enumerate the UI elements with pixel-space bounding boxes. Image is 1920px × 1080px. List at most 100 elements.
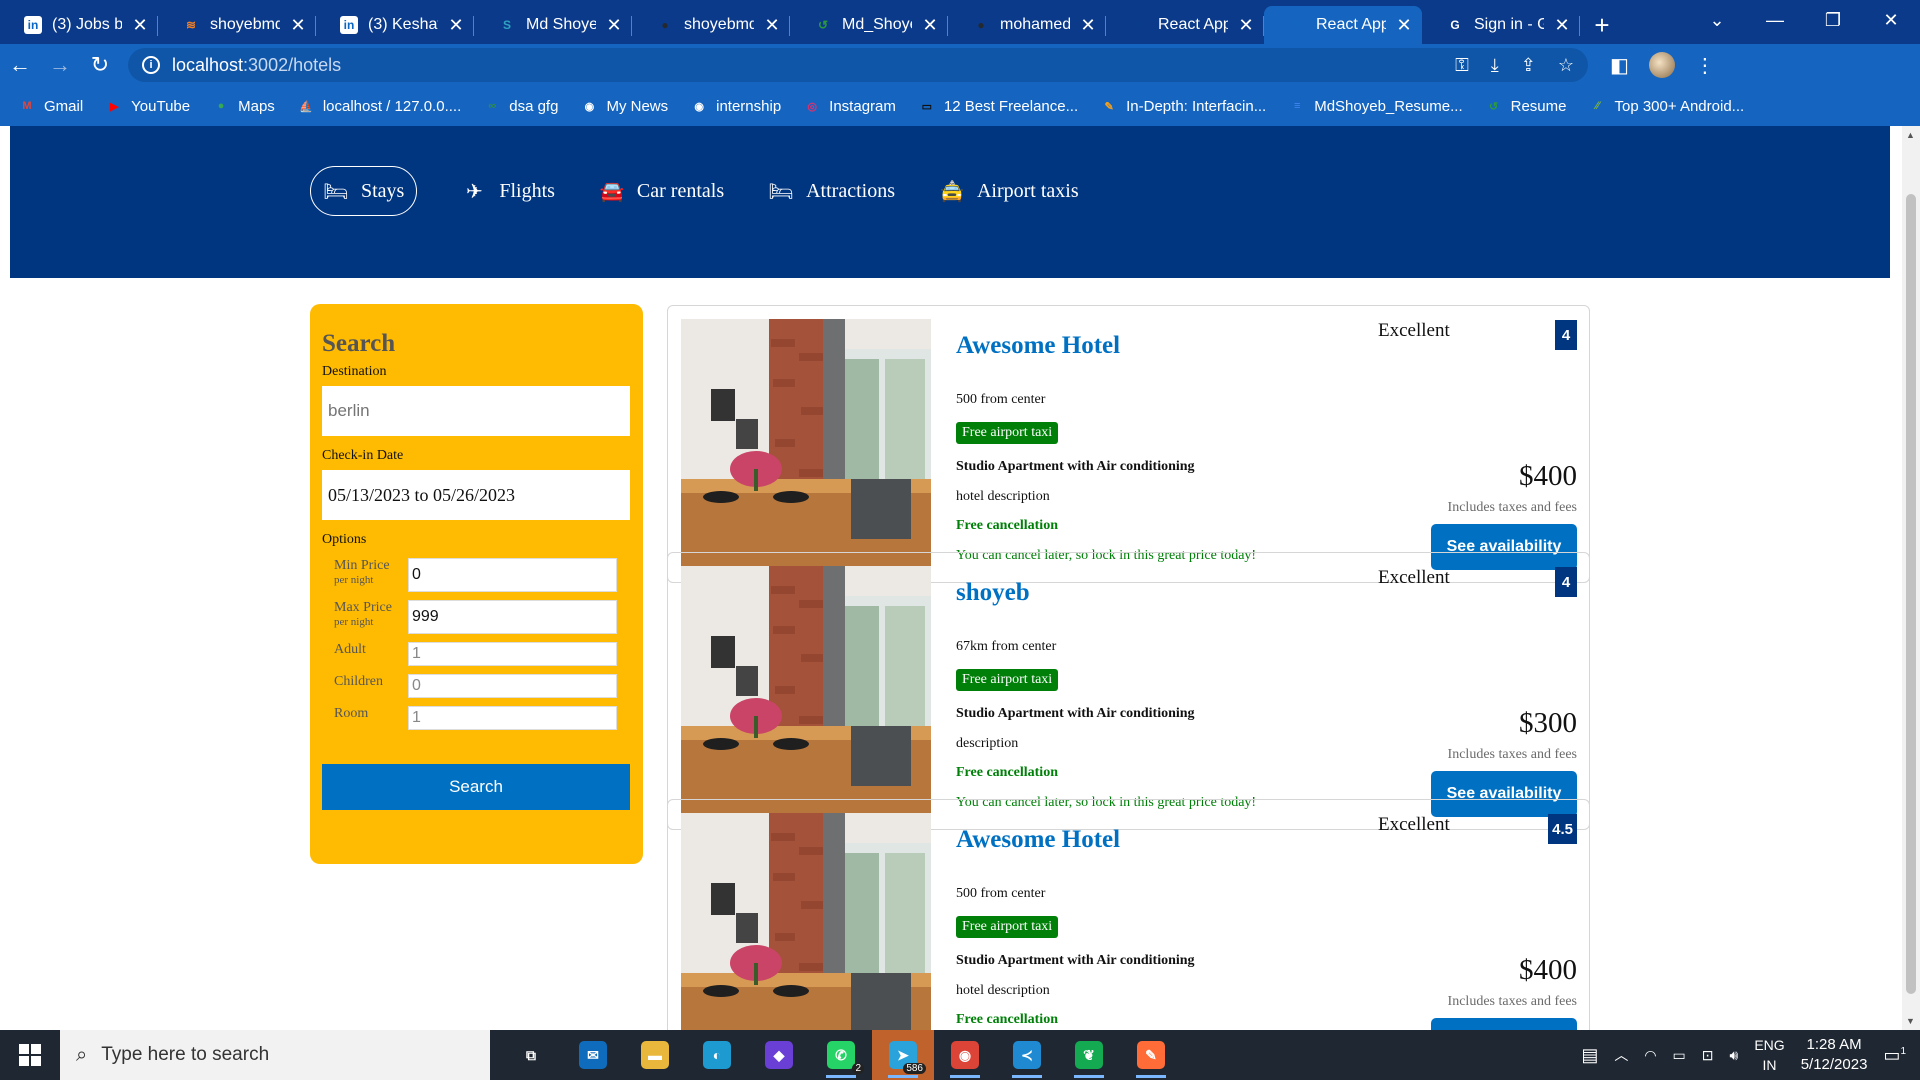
taskbar-app[interactable]: ≺ xyxy=(996,1030,1058,1080)
hotel-image[interactable] xyxy=(681,566,931,816)
option-input-adult[interactable]: 1 xyxy=(408,642,617,666)
tray-chevron-icon[interactable]: ︿ xyxy=(1614,1045,1628,1065)
tab-close-icon[interactable]: ✕ xyxy=(1554,15,1570,36)
search-button[interactable]: Search xyxy=(322,764,630,810)
scroll-up-icon[interactable]: ▲ xyxy=(1906,130,1915,140)
share-icon[interactable]: ⇪ xyxy=(1521,55,1536,76)
browser-tab[interactable]: ● shoyebmd4 ✕ xyxy=(632,6,790,44)
tab-close-icon[interactable]: ✕ xyxy=(1396,15,1412,36)
bookmark-item[interactable]: ⁄⁄ Top 300+ Android... xyxy=(1588,98,1745,115)
taskbar-app[interactable]: ✆ 2 xyxy=(810,1030,872,1080)
nav-item-stays[interactable]: 🛏 Stays xyxy=(310,166,418,216)
url-input[interactable]: i localhost:3002/hotels ⚿ ⤓ ⇪ ☆ xyxy=(128,48,1588,82)
start-button[interactable] xyxy=(0,1030,60,1080)
bookmark-item[interactable]: ● Maps xyxy=(212,98,275,115)
browser-tab[interactable]: S Md Shoyeb ✕ xyxy=(474,6,632,44)
bookmark-item[interactable]: ◎ Instagram xyxy=(803,98,896,115)
bookmark-item[interactable]: ◉ My News xyxy=(580,98,668,115)
tab-title: Md Shoyeb xyxy=(526,16,596,33)
bookmark-icon: ▭ xyxy=(921,100,933,113)
nav-item-car-rentals[interactable]: 🚘 Car rentals xyxy=(599,166,724,216)
scroll-down-icon[interactable]: ▼ xyxy=(1906,1016,1915,1026)
tab-close-icon[interactable]: ✕ xyxy=(448,15,464,36)
language-indicator[interactable]: ENG IN xyxy=(1754,1035,1784,1075)
tab-close-icon[interactable]: ✕ xyxy=(922,15,938,36)
browser-tab[interactable]: ● mohameds ✕ xyxy=(948,6,1106,44)
nav-item-attractions[interactable]: 🛏 Attractions xyxy=(768,166,895,216)
forward-button[interactable]: → xyxy=(40,45,80,85)
taskbar-app[interactable]: ◆ xyxy=(748,1030,810,1080)
clock[interactable]: 1:28 AM 5/12/2023 xyxy=(1801,1035,1868,1075)
bookmark-item[interactable]: ▶ YouTube xyxy=(105,98,190,115)
taskbar-app[interactable]: ▬ xyxy=(624,1030,686,1080)
browser-tab[interactable]: in (3) Keshav C ✕ xyxy=(316,6,474,44)
battery-icon[interactable]: ▭ xyxy=(1673,1047,1686,1064)
tab-close-icon[interactable]: ✕ xyxy=(132,15,148,36)
hotel-image[interactable] xyxy=(681,319,931,569)
taskbar-app[interactable]: ◉ xyxy=(934,1030,996,1080)
tab-close-icon[interactable]: ✕ xyxy=(1238,15,1254,36)
nav-item-airport-taxis[interactable]: 🚖 Airport taxis xyxy=(939,166,1079,216)
browser-tab[interactable]: ⚛ React App ✕ xyxy=(1264,6,1422,44)
hotel-name[interactable]: shoyeb xyxy=(956,579,1030,607)
taskbar-app[interactable]: ✉ xyxy=(562,1030,624,1080)
news-widget-icon[interactable]: ▤ xyxy=(1581,1045,1598,1066)
checkin-date-input[interactable]: 05/13/2023 to 05/26/2023 xyxy=(322,470,630,520)
restore-button[interactable]: ❐ xyxy=(1804,0,1862,40)
browser-tab[interactable]: ↺ Md_Shoyeb ✕ xyxy=(790,6,948,44)
side-panel-icon[interactable]: ◧ xyxy=(1610,53,1629,78)
bookmark-item[interactable]: ⛵ localhost / 127.0.0.... xyxy=(297,98,461,115)
page-scrollbar[interactable]: ▲ ▼ xyxy=(1902,126,1920,1030)
scrollbar-thumb[interactable] xyxy=(1906,194,1916,994)
taskbar-app[interactable]: ⧉ xyxy=(500,1030,562,1080)
taskbar-app[interactable]: ✎ xyxy=(1120,1030,1182,1080)
hotel-name[interactable]: Awesome Hotel xyxy=(956,332,1120,360)
key-icon[interactable]: ⚿ xyxy=(1455,55,1469,76)
tab-close-icon[interactable]: ✕ xyxy=(290,15,306,36)
destination-input[interactable]: berlin xyxy=(322,386,630,436)
browser-tab[interactable]: G Sign in - Go ✕ xyxy=(1422,6,1580,44)
taskbar-search-box[interactable]: ⌕ Type here to search xyxy=(60,1030,490,1080)
bookmark-item[interactable]: ↺ Resume xyxy=(1485,98,1566,115)
tab-close-icon[interactable]: ✕ xyxy=(1080,15,1096,36)
taskbar-app[interactable]: ❦ xyxy=(1058,1030,1120,1080)
reload-button[interactable]: ↻ xyxy=(80,45,120,85)
tab-close-icon[interactable]: ✕ xyxy=(606,15,622,36)
profile-avatar[interactable] xyxy=(1648,52,1675,78)
browser-tab[interactable]: ⚛ React App ✕ xyxy=(1106,6,1264,44)
option-input-min-price[interactable]: 0 xyxy=(408,558,617,592)
bookmark-item[interactable]: ▭ 12 Best Freelance... xyxy=(918,98,1078,115)
bookmark-item[interactable]: ≡ MdShoyeb_Resume... xyxy=(1288,98,1463,115)
back-button[interactable]: ← xyxy=(0,45,40,85)
bookmark-label: Maps xyxy=(238,97,275,115)
notification-icon[interactable]: ▭1 xyxy=(1883,1045,1906,1066)
tab-close-icon[interactable]: ✕ xyxy=(764,15,780,36)
bookmark-item[interactable]: M Gmail xyxy=(18,98,83,115)
option-input-room[interactable]: 1 xyxy=(408,706,617,730)
bookmark-item[interactable]: ◉ internship xyxy=(690,98,781,115)
hotel-image[interactable] xyxy=(681,813,931,1030)
wifi-icon[interactable]: ◠ xyxy=(1644,1047,1656,1064)
taskbar-app[interactable]: ➤ 586 xyxy=(872,1030,934,1080)
browser-tab[interactable]: in (3) Jobs bas ✕ xyxy=(0,6,158,44)
taskbar-app[interactable]: ◐ xyxy=(686,1030,748,1080)
close-window-button[interactable]: ✕ xyxy=(1862,0,1920,40)
hotel-name[interactable]: Awesome Hotel xyxy=(956,826,1120,854)
see-availability-button[interactable]: See availability xyxy=(1431,1018,1577,1030)
volume-icon[interactable]: 🔊︎ xyxy=(1730,1047,1739,1064)
option-input-children[interactable]: 0 xyxy=(408,674,617,698)
meet-icon[interactable]: ⊡ xyxy=(1702,1047,1714,1064)
bookmark-item[interactable]: ✎ In-Depth: Interfacin... xyxy=(1100,98,1267,115)
new-tab-button[interactable]: + xyxy=(1580,6,1624,44)
option-input-max-price[interactable]: 999 xyxy=(408,600,617,634)
bookmark-icon: ▶ xyxy=(109,100,119,113)
bookmark-star-icon[interactable]: ☆ xyxy=(1558,55,1574,76)
bookmark-item[interactable]: ∞ dsa gfg xyxy=(483,98,558,115)
site-info-icon[interactable]: i xyxy=(142,56,160,74)
tab-search-icon[interactable]: ⌄ xyxy=(1688,0,1746,40)
menu-kebab-icon[interactable]: ⋮ xyxy=(1695,53,1715,78)
minimize-button[interactable]: — xyxy=(1746,0,1804,40)
install-icon[interactable]: ⤓ xyxy=(1491,55,1499,76)
nav-item-flights[interactable]: ✈ Flights xyxy=(461,166,555,216)
browser-tab[interactable]: ≋ shoyebmd4 ✕ xyxy=(158,6,316,44)
